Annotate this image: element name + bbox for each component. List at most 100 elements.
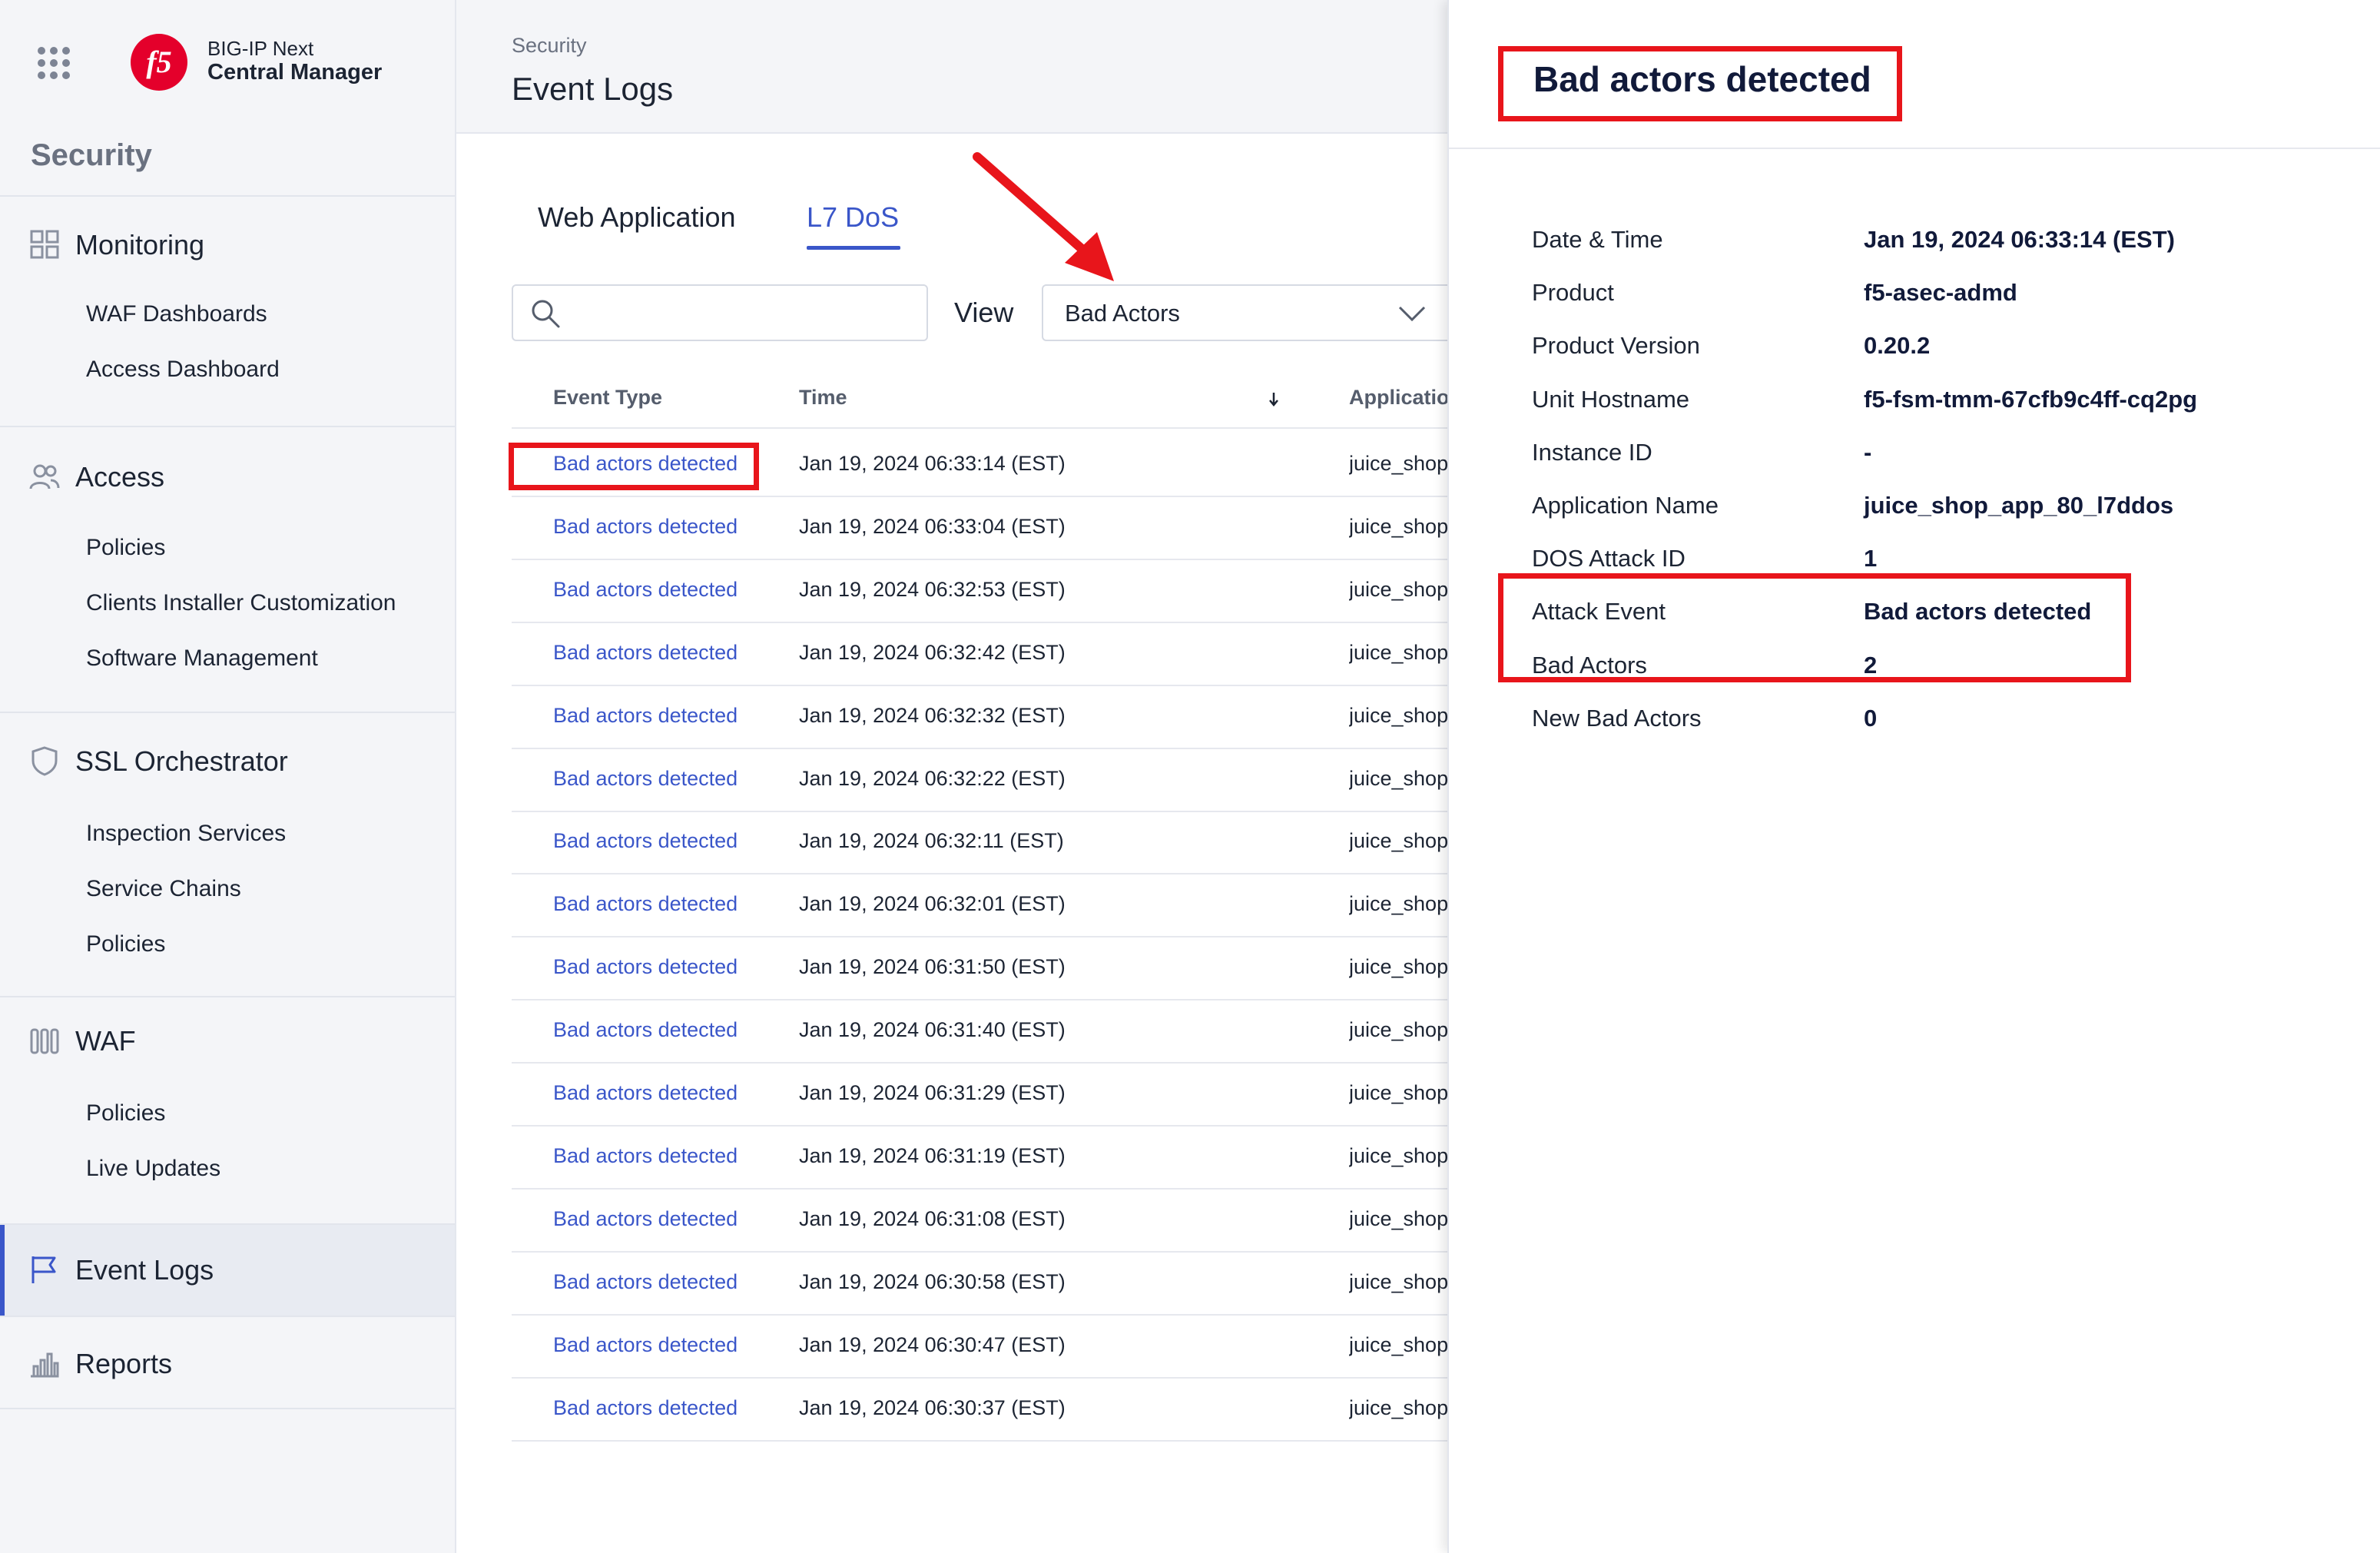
table-row[interactable]: Bad actors detected Jan 19, 2024 06:32:42…: [512, 622, 1447, 686]
sidebar-section-label: WAF: [75, 1025, 136, 1057]
sidebar-section-label: SSL Orchestrator: [75, 745, 288, 777]
sidebar-item-software-management[interactable]: Software Management: [86, 645, 318, 672]
event-type-link[interactable]: Bad actors detected: [553, 1081, 738, 1105]
tab-web-application[interactable]: Web Application: [538, 201, 736, 234]
event-type-link[interactable]: Bad actors detected: [553, 578, 738, 602]
shield-icon: [31, 746, 58, 776]
view-label: View: [954, 297, 1014, 328]
table-row[interactable]: Bad actors detected Jan 19, 2024 06:32:32…: [512, 685, 1447, 749]
event-type-link[interactable]: Bad actors detected: [553, 1270, 738, 1294]
detail-field-label: New Bad Actors: [1532, 704, 1702, 732]
detail-field-value: f5-asec-admd: [1864, 279, 2017, 307]
table-row[interactable]: Bad actors detected Jan 19, 2024 06:30:47…: [512, 1315, 1447, 1379]
event-time-cell: Jan 19, 2024 06:32:01 (EST): [799, 892, 1066, 916]
event-type-link[interactable]: Bad actors detected: [553, 641, 738, 665]
table-row[interactable]: Bad actors detected Jan 19, 2024 06:33:04…: [512, 496, 1447, 560]
sidebar-item-waf[interactable]: WAF: [0, 1016, 455, 1065]
table-row[interactable]: Bad actors detected Jan 19, 2024 06:32:01…: [512, 874, 1447, 938]
event-type-link[interactable]: Bad actors detected: [553, 829, 738, 853]
users-icon: [29, 464, 60, 489]
application-cell: juice_shop_: [1349, 1395, 1447, 1419]
f5-logo-icon: f5: [131, 34, 187, 91]
event-time-cell: Jan 19, 2024 06:32:32 (EST): [799, 703, 1066, 727]
table-row[interactable]: Bad actors detected Jan 19, 2024 06:32:11…: [512, 811, 1447, 875]
event-type-link[interactable]: Bad actors detected: [553, 515, 738, 539]
active-tab-underline: [807, 246, 900, 250]
table-row[interactable]: Bad actors detected Jan 19, 2024 06:32:22…: [512, 748, 1447, 812]
event-time-cell: Jan 19, 2024 06:32:53 (EST): [799, 577, 1066, 601]
brand-header: f5 BIG-IP Next Central Manager: [0, 0, 455, 123]
sidebar-section-label: Access: [75, 461, 165, 493]
event-type-link[interactable]: Bad actors detected: [553, 955, 738, 979]
sidebar-item-reports[interactable]: Reports: [0, 1339, 455, 1388]
column-header-application[interactable]: Applicatio: [1349, 386, 1447, 410]
sidebar-item-clients-installer-customization[interactable]: Clients Installer Customization: [86, 590, 396, 616]
table-row[interactable]: Bad actors detected Jan 19, 2024 06:32:53…: [512, 559, 1447, 623]
brand-product-name: Central Manager: [207, 60, 383, 85]
view-selected-value: Bad Actors: [1065, 300, 1180, 327]
event-time-cell: Jan 19, 2024 06:31:40 (EST): [799, 1018, 1066, 1042]
application-cell: juice_shop_: [1349, 766, 1447, 790]
flag-icon: [31, 1256, 56, 1283]
search-icon: [532, 300, 560, 328]
sidebar-item-service-chains[interactable]: Service Chains: [86, 876, 241, 902]
application-cell: juice_shop_: [1349, 892, 1447, 916]
detail-field-label: Date & Time: [1532, 226, 1663, 253]
table-row[interactable]: Bad actors detected Jan 19, 2024 06:30:37…: [512, 1378, 1447, 1442]
event-type-link[interactable]: Bad actors detected: [553, 1396, 738, 1420]
main-content: Security Event Logs Web Application L7 D…: [456, 0, 1452, 1553]
sort-descending-icon[interactable]: [1266, 390, 1281, 409]
event-type-link[interactable]: Bad actors detected: [553, 1144, 738, 1168]
sidebar-divider: [0, 1316, 455, 1317]
detail-field-value: 1: [1864, 545, 1878, 572]
highlight-first-row-box: [509, 443, 759, 490]
column-header-time[interactable]: Time: [799, 386, 847, 410]
table-row[interactable]: Bad actors detected Jan 19, 2024 06:31:08…: [512, 1189, 1447, 1253]
sidebar-item-waf-dashboards[interactable]: WAF Dashboards: [86, 301, 267, 327]
application-cell: juice_shop_: [1349, 955, 1447, 979]
table-row[interactable]: Bad actors detected Jan 19, 2024 06:30:58…: [512, 1252, 1447, 1316]
column-header-event-type[interactable]: Event Type: [553, 386, 662, 410]
event-type-link[interactable]: Bad actors detected: [553, 1207, 738, 1231]
event-time-cell: Jan 19, 2024 06:30:37 (EST): [799, 1395, 1066, 1419]
highlight-detail-title-box: [1498, 46, 1902, 121]
tab-l7-dos[interactable]: L7 DoS: [807, 201, 899, 234]
sidebar-item-live-updates[interactable]: Live Updates: [86, 1156, 220, 1182]
breadcrumb[interactable]: Security: [512, 34, 587, 58]
apps-grid-icon[interactable]: [35, 45, 72, 81]
event-type-link[interactable]: Bad actors detected: [553, 892, 738, 916]
sidebar-item-access-dashboard[interactable]: Access Dashboard: [86, 357, 280, 383]
sidebar-item-inspection-services[interactable]: Inspection Services: [86, 821, 286, 847]
sidebar-item-ssl-orchestrator[interactable]: SSL Orchestrator: [0, 736, 455, 785]
event-type-link[interactable]: Bad actors detected: [553, 767, 738, 791]
event-type-link[interactable]: Bad actors detected: [553, 1333, 738, 1357]
sidebar: f5 BIG-IP Next Central Manager Security …: [0, 0, 456, 1553]
brand-product-line: BIG-IP Next: [207, 37, 314, 60]
sidebar-divider: [0, 426, 455, 427]
detail-field-label: Product: [1532, 279, 1614, 307]
event-time-cell: Jan 19, 2024 06:31:19 (EST): [799, 1143, 1066, 1167]
sidebar-section-label: Reports: [75, 1348, 173, 1379]
detail-field-label: Unit Hostname: [1532, 385, 1690, 413]
table-row[interactable]: Bad actors detected Jan 19, 2024 06:31:40…: [512, 1000, 1447, 1064]
detail-field-value: 0.20.2: [1864, 332, 1931, 360]
search-input[interactable]: [575, 294, 916, 332]
application-cell: juice_shop_: [1349, 577, 1447, 601]
sidebar-item-access[interactable]: Access: [0, 452, 455, 501]
sidebar-item-event-logs[interactable]: Event Logs: [0, 1225, 455, 1316]
sidebar-item-access-policies[interactable]: Policies: [86, 535, 165, 561]
application-cell: juice_shop_: [1349, 829, 1447, 853]
event-type-link[interactable]: Bad actors detected: [553, 704, 738, 728]
table-row[interactable]: Bad actors detected Jan 19, 2024 06:31:29…: [512, 1063, 1447, 1127]
sidebar-title: Security: [31, 138, 152, 172]
detail-field-value: juice_shop_app_80_l7ddos: [1864, 492, 2174, 519]
table-row[interactable]: Bad actors detected Jan 19, 2024 06:31:19…: [512, 1126, 1447, 1190]
sidebar-item-monitoring[interactable]: Monitoring: [0, 220, 455, 269]
table-row[interactable]: Bad actors detected Jan 19, 2024 06:31:50…: [512, 937, 1447, 1001]
sidebar-item-ssl-policies[interactable]: Policies: [86, 931, 165, 957]
sidebar-item-waf-policies[interactable]: Policies: [86, 1100, 165, 1127]
search-field[interactable]: [512, 284, 928, 341]
application-cell: juice_shop_: [1349, 1269, 1447, 1293]
detail-field-value: f5-fsm-tmm-67cfb9c4ff-cq2pg: [1864, 385, 2198, 413]
event-type-link[interactable]: Bad actors detected: [553, 1018, 738, 1042]
